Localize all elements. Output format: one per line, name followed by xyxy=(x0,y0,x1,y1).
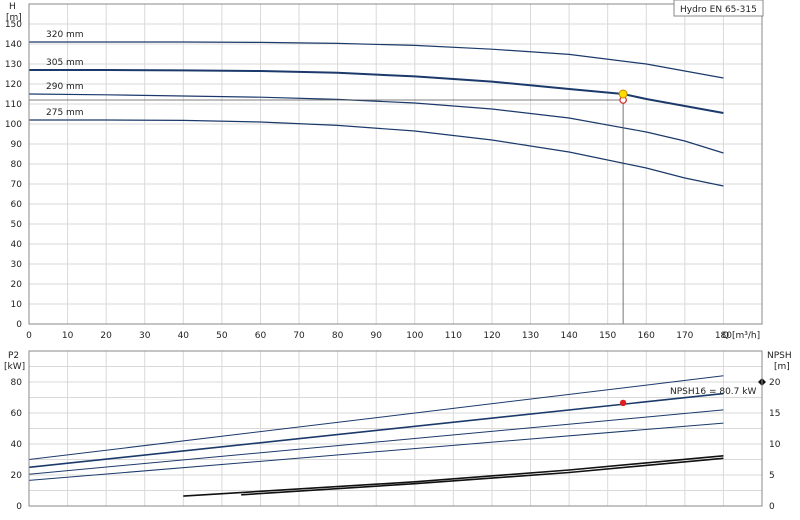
head-ytick-label: 80 xyxy=(11,160,23,170)
head-xtick-label: 160 xyxy=(638,331,655,341)
head-ytick-label: 120 xyxy=(5,80,22,90)
npsh-ytick-label: 20 xyxy=(769,378,781,388)
npsh-ylabel-line2: [m] xyxy=(774,362,790,372)
duty-point-marker xyxy=(618,89,628,99)
head-ytick-label: 140 xyxy=(5,40,22,50)
head-series-labels: 320 mm 305 mm 290 mm 275 mm xyxy=(46,30,84,118)
head-xtick-label: 70 xyxy=(293,331,305,341)
head-xtick-label: 140 xyxy=(561,331,578,341)
npsh-ytick-label: 10 xyxy=(769,440,781,450)
head-ytick-label: 60 xyxy=(11,200,23,210)
power-ytick-label: 0 xyxy=(16,502,22,512)
head-ytick-label: 90 xyxy=(11,140,23,150)
pump-curve-chart: 0 10 20 30 40 50 60 70 80 90 100 110 120 130 140 150 160… xyxy=(0,0,800,520)
power-tick-labels: 0 20 40 60 80 0 5 10 15 20 xyxy=(11,378,781,512)
head-ytick-label: 40 xyxy=(11,240,23,250)
npsh-annotation: NPSH16 = 80.7 kW xyxy=(670,387,756,397)
head-curve-label: 305 mm xyxy=(46,58,84,68)
head-xtick-label: 60 xyxy=(255,331,267,341)
head-xtick-label: 110 xyxy=(445,331,462,341)
head-ytick-label: 10 xyxy=(11,300,23,310)
power-ytick-label: 60 xyxy=(11,409,23,419)
power-ylabel-line2: [kW] xyxy=(4,362,25,372)
head-xlabel: Q [m³/h] xyxy=(722,331,760,341)
power-ylabel-line1: P2 xyxy=(8,351,19,361)
head-curve-label: 320 mm xyxy=(46,30,84,40)
chart-title: Hydro EN 65-315 xyxy=(680,5,757,15)
head-grid xyxy=(28,3,763,325)
head-ylabel-line2: [m] xyxy=(6,13,22,23)
head-xtick-label: 100 xyxy=(406,331,423,341)
head-curve-label: 275 mm xyxy=(46,108,84,118)
head-ytick-label: 30 xyxy=(11,260,23,270)
head-ytick-label: 20 xyxy=(11,280,23,290)
head-ytick-label: 110 xyxy=(5,100,22,110)
power-ytick-label: 40 xyxy=(11,440,23,450)
head-xtick-label: 40 xyxy=(178,331,190,341)
head-xtick-label: 170 xyxy=(676,331,693,341)
power-ytick-label: 80 xyxy=(11,378,23,388)
head-curve-label: 290 mm xyxy=(46,82,84,92)
npsh-ylabel-line1: NPSH xyxy=(767,351,792,361)
head-ytick-label: 130 xyxy=(5,60,22,70)
head-xtick-label: 90 xyxy=(370,331,382,341)
npsh-ytick-label: 15 xyxy=(769,409,780,419)
head-xtick-label: 30 xyxy=(139,331,151,341)
head-xtick-label: 20 xyxy=(100,331,112,341)
head-ytick-label: 70 xyxy=(11,180,23,190)
npsh-ytick-label: 0 xyxy=(769,502,775,512)
head-ytick-label: 0 xyxy=(16,320,22,330)
npsh-ytick-label: 5 xyxy=(769,471,775,481)
head-xtick-label: 150 xyxy=(599,331,616,341)
power-ytick-label: 20 xyxy=(11,471,23,481)
head-xtick-label: 130 xyxy=(522,331,539,341)
head-xtick-label: 120 xyxy=(483,331,500,341)
head-ytick-label: 100 xyxy=(5,120,22,130)
head-xtick-label: 50 xyxy=(216,331,228,341)
power-duty-point xyxy=(619,399,627,407)
head-ylabel-line1: H xyxy=(9,2,16,12)
head-ytick-label: 50 xyxy=(11,220,23,230)
head-xtick-label: 80 xyxy=(332,331,344,341)
head-xtick-label: 0 xyxy=(26,331,32,341)
head-xtick-label: 10 xyxy=(62,331,74,341)
chart-svg: 0 10 20 30 40 50 60 70 80 90 100 110 120 130 140 150 160… xyxy=(4,0,792,512)
